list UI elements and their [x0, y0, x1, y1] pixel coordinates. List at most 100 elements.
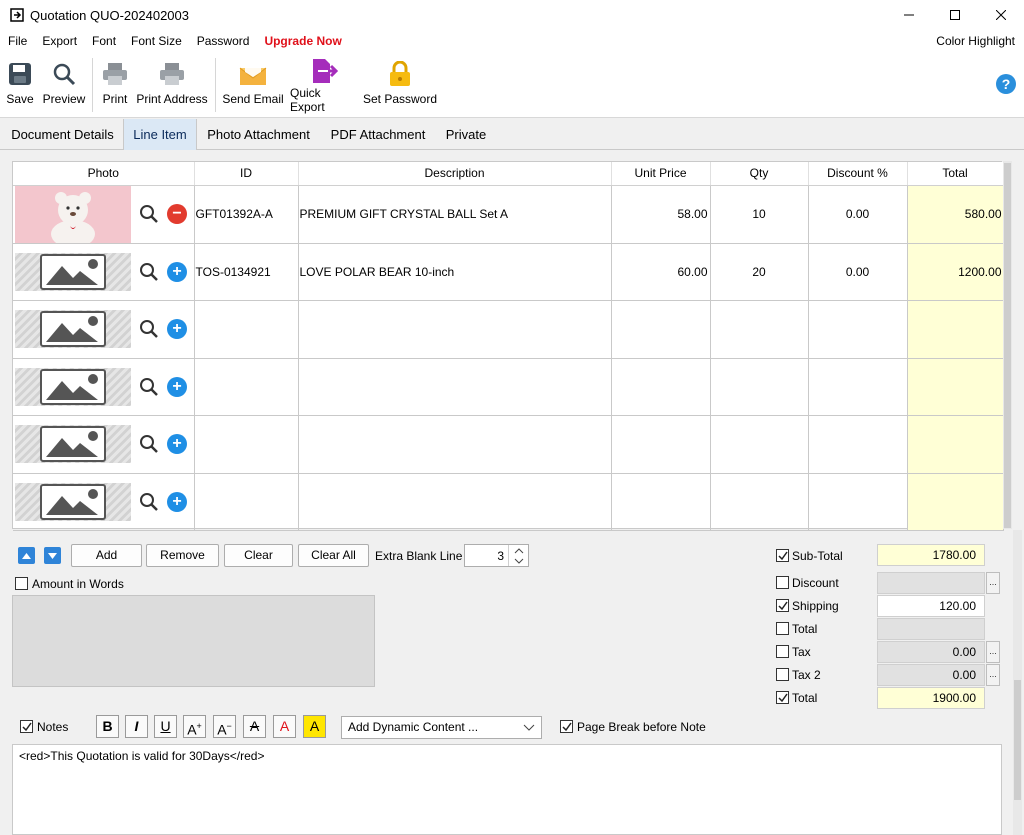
tax-more-button[interactable]: ...: [986, 641, 1000, 663]
cell-discount[interactable]: [808, 358, 908, 416]
menu-upgrade-now[interactable]: Upgrade Now: [264, 34, 341, 48]
cell-unit-price[interactable]: 60.00: [611, 243, 711, 301]
menu-font[interactable]: Font: [92, 34, 116, 48]
table-row[interactable]: − GFT01392A-A PREMIUM GIFT CRYSTAL BALL Se…: [13, 185, 1004, 244]
cell-description[interactable]: [298, 300, 612, 359]
dynamic-content-dropdown[interactable]: Add Dynamic Content ...: [341, 716, 542, 739]
tax-field[interactable]: 0.00: [877, 641, 985, 663]
red-text-button[interactable]: A: [273, 715, 296, 738]
cell-description[interactable]: [298, 358, 612, 416]
column-header-discount[interactable]: Discount %: [808, 162, 908, 186]
cell-id[interactable]: TOS-0134921: [194, 243, 299, 301]
cell-id[interactable]: [194, 473, 299, 531]
move-up-button[interactable]: [18, 547, 35, 564]
cell-discount[interactable]: [808, 300, 908, 359]
tab-photo-attachment[interactable]: Photo Attachment: [198, 119, 319, 150]
tab-private[interactable]: Private: [437, 119, 495, 150]
add-photo-icon[interactable]: +: [167, 376, 187, 397]
table-row[interactable]: +: [13, 358, 1004, 416]
subtotal-checkbox[interactable]: [776, 549, 789, 562]
extra-blank-line-stepper[interactable]: 3: [464, 544, 529, 567]
cell-qty[interactable]: [710, 415, 809, 474]
total-pre-tax-checkbox[interactable]: [776, 622, 789, 635]
add-photo-icon[interactable]: +: [167, 319, 187, 340]
quick-export-button[interactable]: Quick Export: [290, 56, 358, 114]
move-down-button[interactable]: [44, 547, 61, 564]
send-email-button[interactable]: Send Email: [221, 56, 285, 114]
magnifier-icon[interactable]: [139, 262, 159, 282]
close-button[interactable]: [978, 0, 1024, 30]
remove-button[interactable]: Remove: [146, 544, 219, 567]
menu-file[interactable]: File: [8, 34, 27, 48]
help-icon[interactable]: ?: [996, 74, 1016, 94]
notes-checkbox[interactable]: [20, 720, 33, 733]
table-row[interactable]: + TOS-0134921 LOVE POLAR BEAR 10-inch 60.00…: [13, 243, 1004, 301]
cell-id[interactable]: [194, 358, 299, 416]
italic-button[interactable]: I: [125, 715, 148, 738]
column-header-unit-price[interactable]: Unit Price: [611, 162, 711, 186]
magnifier-icon[interactable]: [139, 204, 159, 224]
shipping-field[interactable]: 120.00: [877, 595, 985, 617]
amount-in-words-checkbox[interactable]: [15, 577, 28, 590]
clear-button[interactable]: Clear: [224, 544, 293, 567]
magnifier-icon[interactable]: [139, 434, 159, 454]
stepper-arrows[interactable]: [508, 545, 528, 566]
cell-unit-price[interactable]: [611, 415, 711, 474]
cell-description[interactable]: [298, 415, 612, 474]
table-row[interactable]: +: [13, 473, 1004, 531]
add-photo-icon[interactable]: +: [167, 434, 187, 455]
preview-button[interactable]: Preview: [42, 56, 86, 114]
decrease-font-button[interactable]: A−: [213, 715, 236, 738]
discount-checkbox[interactable]: [776, 576, 789, 589]
page-break-checkbox[interactable]: [560, 720, 573, 733]
menu-password[interactable]: Password: [197, 34, 250, 48]
cell-discount[interactable]: [808, 415, 908, 474]
column-header-id[interactable]: ID: [194, 162, 299, 186]
page-scrollbar-thumb[interactable]: [1014, 680, 1021, 800]
photo-placeholder[interactable]: [15, 482, 131, 521]
column-header-total[interactable]: Total: [907, 162, 1004, 186]
tax2-more-button[interactable]: ...: [986, 664, 1000, 686]
cell-discount[interactable]: 0.00: [808, 243, 908, 301]
tab-line-item[interactable]: Line Item: [123, 119, 197, 150]
cell-id[interactable]: [194, 415, 299, 474]
cell-description[interactable]: PREMIUM GIFT CRYSTAL BALL Set A: [298, 185, 612, 244]
bold-button[interactable]: B: [96, 715, 119, 738]
page-scrollbar[interactable]: [1013, 530, 1022, 835]
shipping-checkbox[interactable]: [776, 599, 789, 612]
column-header-qty[interactable]: Qty: [710, 162, 809, 186]
table-row[interactable]: +: [13, 415, 1004, 474]
underline-button[interactable]: U: [154, 715, 177, 738]
menu-export[interactable]: Export: [42, 34, 77, 48]
increase-font-button[interactable]: A+: [183, 715, 206, 738]
cell-unit-price[interactable]: 58.00: [611, 185, 711, 244]
photo-placeholder[interactable]: [15, 425, 131, 464]
clear-all-button[interactable]: Clear All: [298, 544, 369, 567]
cell-id[interactable]: GFT01392A-A: [194, 185, 299, 244]
add-photo-icon[interactable]: +: [167, 261, 187, 282]
notes-editor[interactable]: <red>This Quotation is valid for 30Days<…: [12, 744, 1002, 835]
set-password-button[interactable]: Set Password: [362, 56, 438, 114]
menu-font-size[interactable]: Font Size: [131, 34, 182, 48]
cell-discount[interactable]: [808, 473, 908, 531]
magnifier-icon[interactable]: [139, 319, 159, 339]
total-checkbox[interactable]: [776, 691, 789, 704]
save-button[interactable]: Save: [5, 56, 35, 114]
maximize-button[interactable]: [932, 0, 978, 30]
tab-pdf-attachment[interactable]: PDF Attachment: [320, 119, 436, 150]
column-header-description[interactable]: Description: [298, 162, 612, 186]
remove-photo-icon[interactable]: −: [167, 204, 187, 224]
tax-checkbox[interactable]: [776, 645, 789, 658]
minimize-button[interactable]: [886, 0, 932, 30]
photo-placeholder[interactable]: [15, 310, 131, 349]
color-highlight-menu[interactable]: Color Highlight: [936, 34, 1015, 48]
table-row[interactable]: +: [13, 300, 1004, 359]
magnifier-icon[interactable]: [139, 492, 159, 512]
cell-unit-price[interactable]: [611, 473, 711, 531]
magnifier-icon[interactable]: [139, 377, 159, 397]
grid-scrollbar[interactable]: [1003, 161, 1012, 529]
cell-id[interactable]: [194, 300, 299, 359]
cell-qty[interactable]: [710, 473, 809, 531]
cell-qty[interactable]: 20: [710, 243, 809, 301]
discount-more-button[interactable]: ...: [986, 572, 1000, 594]
